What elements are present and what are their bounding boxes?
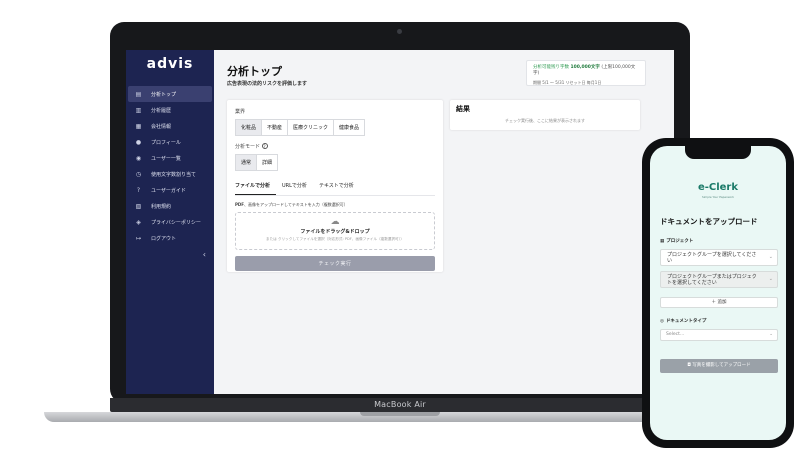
shield-icon: ◈ bbox=[136, 218, 141, 226]
industry-selector: 化粧品 不動産 医療クリニック 健康食品 bbox=[235, 119, 435, 136]
tab-file[interactable]: ファイルで分析 bbox=[235, 178, 277, 195]
sidebar-item-label: 会社情報 bbox=[151, 123, 172, 130]
mode-option-normal[interactable]: 通常 bbox=[235, 154, 258, 171]
laptop-notch bbox=[360, 412, 440, 416]
result-title: 結果 bbox=[456, 105, 470, 113]
phone-screen: e-Clerk Simple Your Paperwork ドキュメントをアップ… bbox=[650, 146, 786, 440]
industry-label: 業界 bbox=[235, 109, 246, 115]
upload-hint-text: 、画像をアップロードしてテキストを入力（複数選択可） bbox=[243, 202, 348, 207]
usage-remaining: 分析可能残り字数 100,000文字 (上限100,000文字) bbox=[533, 64, 639, 76]
result-placeholder: チェック実行後、ここに結果が表示されます bbox=[505, 118, 585, 123]
sidebar-item-profile[interactable]: ● プロフィール bbox=[128, 134, 212, 150]
sidebar-item-history[interactable]: ▥ 分析履歴 bbox=[128, 102, 212, 118]
check-run-button[interactable]: チェック実行 bbox=[235, 256, 435, 271]
doc-type-label: ◎ ドキュメントタイプ bbox=[660, 318, 706, 324]
usage-period: 期間 5/1 〜 5/31 リセット日 毎月1日 bbox=[533, 80, 602, 85]
upload-button-label: 写真を撮影してアップロード bbox=[692, 363, 751, 368]
page-title: 分析トップ bbox=[227, 65, 282, 78]
file-dropzone[interactable]: ☁ ファイルをドラッグ&ドロップ または クリックしてファイルを選択（対応形式:… bbox=[235, 212, 435, 250]
sidebar-item-label: ログアウト bbox=[151, 235, 177, 242]
input-tabs: ファイルで分析 URLで分析 テキストで分析 bbox=[235, 178, 435, 196]
doc-type-label-text: ドキュメントタイプ bbox=[665, 319, 707, 324]
camera-icon: ◘ bbox=[687, 363, 691, 368]
sidebar-item-label: ユーザー一覧 bbox=[151, 155, 181, 162]
sidebar-item-terms[interactable]: ▧ 利用規約 bbox=[128, 198, 212, 214]
sidebar-item-analysis-top[interactable]: ▤ 分析トップ bbox=[128, 86, 212, 102]
industry-option-real-estate[interactable]: 不動産 bbox=[261, 119, 289, 136]
select-value: プロジェクトグループまたはプロジェクトを選択してください bbox=[667, 274, 757, 286]
phone-notch bbox=[685, 146, 751, 159]
sidebar-item-company[interactable]: ▦ 会社情報 bbox=[128, 118, 212, 134]
sidebar-item-label: プライバシーポリシー bbox=[151, 219, 201, 226]
sidebar-item-label: 利用規約 bbox=[151, 203, 172, 210]
help-icon: ? bbox=[136, 186, 141, 194]
sidebar-item-logout[interactable]: ↦ ログアウト bbox=[128, 230, 212, 246]
document-icon: ◎ bbox=[660, 319, 664, 324]
usage-label: 分析可能残り字数 bbox=[533, 65, 569, 70]
usage-panel: 分析可能残り字数 100,000文字 (上限100,000文字) 期間 5/1 … bbox=[526, 60, 646, 86]
sidebar-item-guide[interactable]: ? ユーザーガイド bbox=[128, 182, 212, 198]
sidebar-nav: ▤ 分析トップ ▥ 分析履歴 ▦ 会社情報 ● プロフィール ◉ ユーザー一覧 … bbox=[126, 86, 214, 246]
app-logo[interactable]: advis bbox=[126, 56, 214, 72]
project-select[interactable]: プロジェクトグループまたはプロジェクトを選択してください ⌄ bbox=[660, 271, 778, 288]
project-group-select[interactable]: プロジェクトグループを選択してください ⌄ bbox=[660, 249, 778, 266]
user-icon: ● bbox=[135, 138, 142, 146]
sidebar-item-label: 使用文字数割り当て bbox=[151, 171, 197, 178]
sidebar-item-label: 分析トップ bbox=[151, 91, 177, 98]
laptop-screen: advis ▤ 分析トップ ▥ 分析履歴 ▦ 会社情報 ● プロフィール ◉ ユ… bbox=[126, 50, 674, 394]
users-icon: ◉ bbox=[135, 154, 142, 162]
add-button[interactable]: ＋ 追加 bbox=[660, 297, 778, 308]
result-panel: 結果 チェック実行後、ここに結果が表示されます bbox=[450, 100, 640, 130]
mode-option-detail[interactable]: 詳細 bbox=[256, 154, 279, 171]
main-content: 分析トップ 広告表現の法的リスクを評価します 分析可能残り字数 100,000文… bbox=[214, 50, 674, 394]
clock-icon: ◷ bbox=[135, 170, 142, 178]
document-icon: ▤ bbox=[135, 90, 142, 98]
page-subtitle: 広告表現の法的リスクを評価します bbox=[227, 81, 308, 87]
project-label: ▦ プロジェクト bbox=[660, 238, 693, 244]
select-placeholder: Select... bbox=[666, 332, 685, 337]
chevron-left-icon[interactable]: ‹ bbox=[203, 250, 206, 259]
select-value: プロジェクトグループを選択してください bbox=[667, 252, 757, 264]
building-icon: ▦ bbox=[135, 122, 142, 130]
mode-label: 分析モード ? bbox=[235, 143, 435, 150]
dropzone-title: ファイルをドラッグ&ドロップ bbox=[300, 229, 370, 235]
chevron-down-icon: ⌄ bbox=[768, 254, 773, 260]
phone-logo: e-Clerk bbox=[697, 182, 739, 193]
chevron-down-icon: ⌄ bbox=[769, 332, 773, 337]
sidebar-item-label: ユーザーガイド bbox=[151, 187, 186, 194]
sidebar-item-privacy[interactable]: ◈ プライバシーポリシー bbox=[128, 214, 212, 230]
industry-option-health-food[interactable]: 健康食品 bbox=[333, 119, 366, 136]
sidebar-item-char-allocation[interactable]: ◷ 使用文字数割り当て bbox=[128, 166, 212, 182]
tab-text[interactable]: テキストで分析 bbox=[319, 178, 360, 195]
upload-hint: PDF、画像をアップロードしてテキストを入力（複数選択可） bbox=[235, 202, 435, 208]
camera bbox=[397, 29, 402, 34]
tab-url[interactable]: URLで分析 bbox=[282, 178, 313, 195]
laptop-hinge: MacBook Air bbox=[110, 398, 690, 412]
phone-tagline: Simple Your Paperwork bbox=[702, 195, 734, 199]
cloud-upload-icon: ☁ bbox=[330, 217, 340, 227]
help-icon[interactable]: ? bbox=[261, 143, 268, 149]
sidebar-item-label: プロフィール bbox=[151, 139, 181, 146]
logout-icon: ↦ bbox=[135, 234, 142, 242]
dropzone-subtitle: または クリックしてファイルを選択（対応形式: PDF、画像ファイル（複数選択可… bbox=[266, 237, 404, 241]
grid-icon: ▦ bbox=[660, 239, 665, 244]
chevron-down-icon: ⌄ bbox=[768, 276, 773, 282]
sidebar: advis ▤ 分析トップ ▥ 分析履歴 ▦ 会社情報 ● プロフィール ◉ ユ… bbox=[126, 50, 214, 394]
photo-upload-button[interactable]: ◘ 写真を撮影してアップロード bbox=[660, 359, 778, 373]
upload-hint-format: PDF bbox=[235, 202, 244, 207]
project-label-text: プロジェクト bbox=[666, 239, 694, 244]
doc-type-select[interactable]: Select... ⌄ bbox=[660, 329, 778, 341]
mode-selector: 通常 詳細 bbox=[235, 154, 435, 171]
phone-page-title: ドキュメントをアップロード bbox=[660, 217, 758, 226]
sidebar-item-label: 分析履歴 bbox=[151, 107, 172, 114]
industry-option-clinic[interactable]: 医療クリニック bbox=[287, 119, 335, 136]
history-icon: ▥ bbox=[135, 106, 142, 114]
mode-label-text: 分析モード bbox=[235, 144, 261, 150]
terms-icon: ▧ bbox=[135, 202, 142, 210]
industry-option-cosmetics[interactable]: 化粧品 bbox=[235, 119, 263, 136]
usage-value: 100,000文字 bbox=[570, 65, 600, 70]
sidebar-item-users[interactable]: ◉ ユーザー一覧 bbox=[128, 150, 212, 166]
laptop-model-label: MacBook Air bbox=[374, 400, 426, 409]
analysis-form: 業界 化粧品 不動産 医療クリニック 健康食品 分析モード ? 通常 詳細 ファ… bbox=[227, 100, 443, 272]
